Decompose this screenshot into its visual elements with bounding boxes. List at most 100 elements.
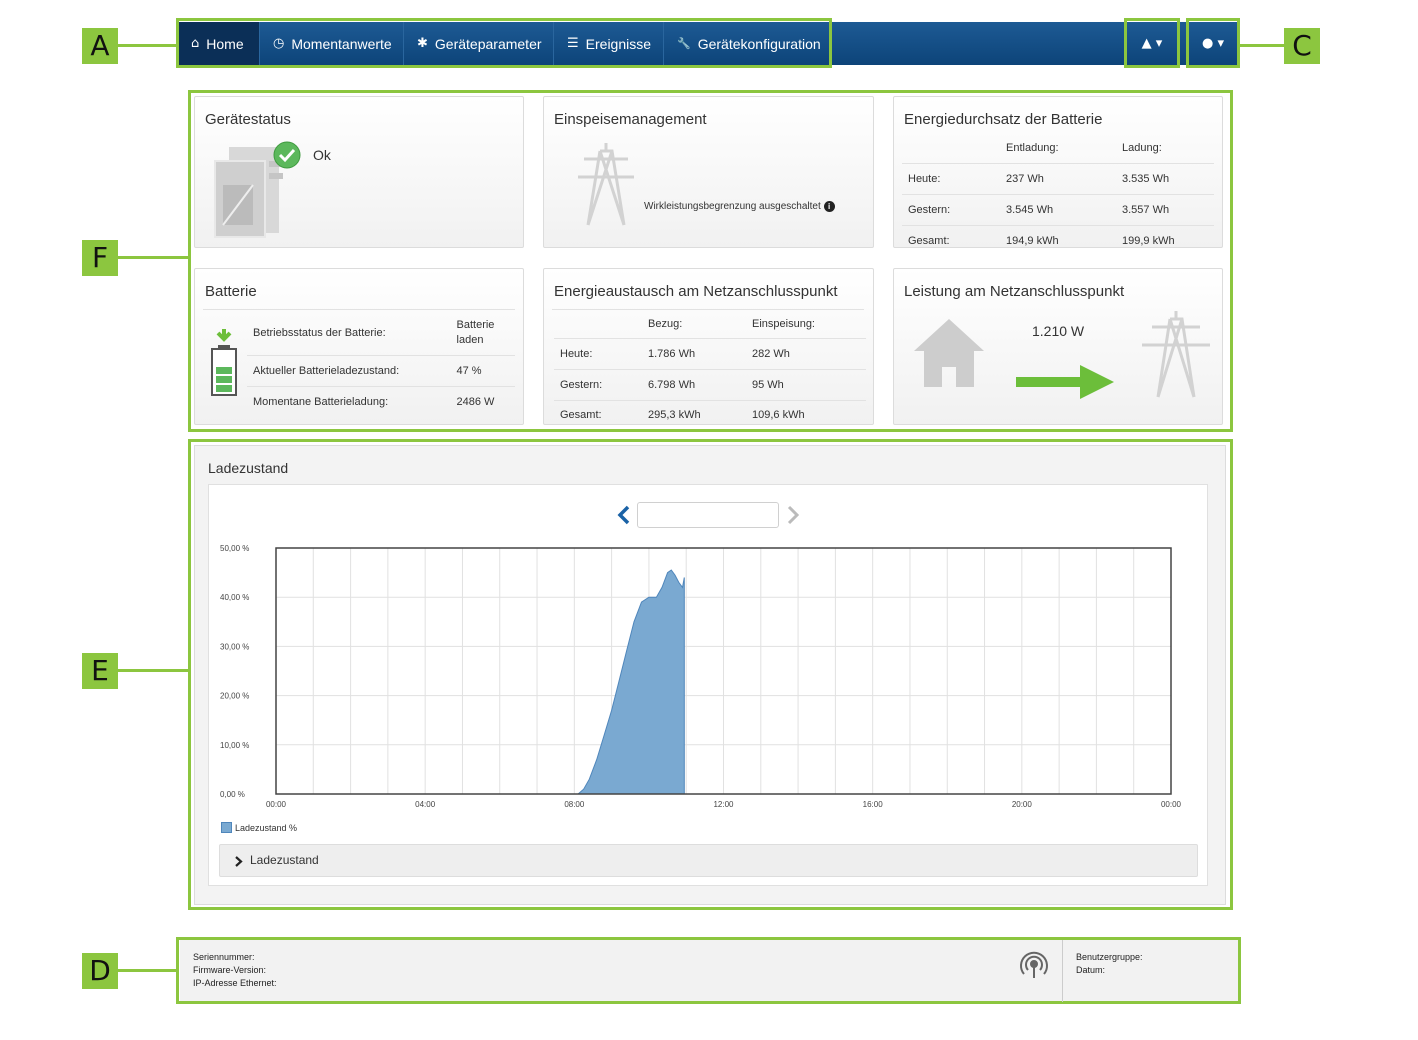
chart-section-title: Ladezustand — [208, 460, 289, 476]
y-tick-label: 10,00 % — [220, 741, 249, 750]
table-cell: Heute: — [902, 162, 1000, 194]
callout-f-line — [118, 256, 190, 259]
table-cell: Gestern: — [902, 193, 1000, 225]
x-tick-label: 12:00 — [713, 800, 734, 809]
y-tick-label: 30,00 % — [220, 642, 249, 651]
next-day-chevron-icon[interactable] — [784, 504, 802, 526]
table-cell: 237 Wh — [1000, 162, 1116, 194]
table-cell: 6.798 Wh — [642, 368, 746, 400]
table-cell: 2486 W — [450, 385, 515, 417]
panel-divider — [203, 309, 515, 310]
x-tick-label: 20:00 — [1012, 800, 1033, 809]
chart-svg: 0,00 % 10,00 % 20,00 % 30,00 % 40,00 % 50,00 … — [220, 544, 1182, 809]
legend-swatch — [221, 822, 232, 833]
table-cell: 3.535 Wh — [1116, 162, 1214, 194]
y-tick-label: 50,00 % — [220, 544, 249, 553]
footer-right: Benutzergruppe: Datum: — [1076, 951, 1143, 977]
table-cell: Batterie laden — [456, 318, 495, 346]
table-cell: 194,9 kWh — [1000, 224, 1116, 256]
einspeise-text-label: Wirkleistungsbegrenzung ausgeschaltet — [644, 201, 821, 212]
x-tick-label: 00:00 — [1161, 800, 1182, 809]
callout-b-box — [1124, 18, 1180, 68]
y-tick-label: 40,00 % — [220, 593, 249, 602]
panel-title: Gerätestatus — [205, 111, 291, 128]
footer-date-label: Datum: — [1076, 965, 1106, 975]
x-tick-label: 00:00 — [266, 800, 287, 809]
table-row: Momentane Batterieladung: 2486 W — [247, 385, 515, 417]
footer-ip-label: IP-Adresse Ethernet: — [193, 978, 277, 988]
info-icon[interactable]: i — [823, 201, 835, 212]
panel-einspeisemanagement: Einspeisemanagement Wirkleistungsbegrenz… — [543, 96, 874, 248]
y-tick-label: 0,00 % — [220, 790, 245, 799]
table-row: Aktueller Batterieladezustand: 47 % — [247, 354, 515, 386]
x-tick-label: 08:00 — [564, 800, 585, 809]
battery-charging-icon — [211, 329, 237, 396]
batterie-table: Betriebsstatus der Batterie: Batterie la… — [247, 311, 515, 417]
callout-a-box — [176, 18, 832, 68]
chevron-right-icon — [235, 856, 243, 867]
accordion-label: Ladezustand — [250, 853, 319, 867]
panel-title: Einspeisemanagement — [554, 111, 707, 128]
table-row: Gesamt: 295,3 kWh 109,6 kWh — [554, 399, 866, 430]
y-tick-label: 20,00 % — [220, 692, 249, 701]
wireless-signal-icon — [1020, 951, 1048, 978]
panel-leistung: Leistung am Netzanschlusspunkt 1.210 W — [893, 268, 1223, 425]
table-row: Gestern: 6.798 Wh 95 Wh — [554, 368, 866, 400]
table-cell: Momentane Batterieladung: — [247, 385, 451, 417]
einspeise-text: Wirkleistungsbegrenzung ausgeschaltet i — [644, 201, 835, 212]
table-row: Heute: 237 Wh 3.535 Wh — [902, 162, 1214, 194]
footer-serial-label: Seriennummer: — [193, 952, 255, 962]
callout-e-line — [118, 669, 190, 672]
leistung-value: 1.210 W — [1032, 323, 1085, 339]
table-cell: 3.557 Wh — [1116, 193, 1214, 225]
panel-energieaustausch: Energieaustausch am Netzanschlusspunkt B… — [543, 268, 874, 430]
table-header — [902, 133, 1000, 163]
table-cell: 95 Wh — [746, 368, 866, 400]
footer-usergroup-label: Benutzergruppe: — [1076, 952, 1143, 962]
power-pylon-icon — [578, 143, 634, 226]
panel-title: Batterie — [205, 283, 257, 300]
callout-c-box — [1186, 18, 1240, 68]
x-tick-label: 16:00 — [863, 800, 884, 809]
prev-day-chevron-icon[interactable] — [615, 504, 633, 526]
table-cell: 109,6 kWh — [746, 399, 866, 430]
callout-c-line — [1238, 44, 1284, 47]
panel-title: Energiedurchsatz der Batterie — [904, 111, 1103, 128]
table-cell: Betriebsstatus der Batterie: — [253, 326, 386, 339]
chart-legend: Ladezustand % — [221, 822, 297, 833]
date-input[interactable] — [637, 502, 779, 528]
table-row: Heute: 1.786 Wh 282 Wh — [554, 337, 866, 369]
energiedurchsatz-table: Entladung: Ladung: Heute: 237 Wh 3.535 W… — [902, 133, 1214, 256]
table-cell: Gestern: — [554, 368, 642, 400]
table-header — [554, 310, 642, 338]
ok-check-icon — [273, 141, 301, 169]
panel-title: Energieaustausch am Netzanschlusspunkt — [554, 283, 838, 300]
table-cell: 295,3 kWh — [642, 399, 746, 430]
table-header: Einspeisung: — [752, 317, 815, 330]
table-row: Betriebsstatus der Batterie: Batterie la… — [247, 311, 515, 355]
panel-energiedurchsatz: Energiedurchsatz der Batterie Entladung:… — [893, 96, 1223, 256]
feed-in-arrow-icon — [1016, 365, 1114, 399]
table-header: Bezug: — [648, 317, 683, 330]
footer-divider — [1062, 940, 1063, 1002]
house-icon — [914, 319, 984, 387]
table-cell: 47 % — [450, 354, 515, 386]
table-cell: 199,9 kWh — [1116, 224, 1214, 256]
table-cell: 3.545 Wh — [1000, 193, 1116, 225]
table-cell: Aktueller Batterieladezustand: — [247, 354, 451, 386]
panel-title: Leistung am Netzanschlusspunkt — [904, 283, 1125, 300]
ladezustand-accordion[interactable]: Ladezustand — [219, 844, 1198, 877]
power-pylon-icon — [1142, 311, 1210, 398]
table-cell: Gesamt: — [902, 224, 1000, 256]
table-row: Gesamt: 194,9 kWh 199,9 kWh — [902, 224, 1214, 256]
callout-c: C — [1284, 28, 1320, 64]
footer-left: Seriennummer: Firmware-Version: IP-Adres… — [193, 951, 277, 990]
callout-d-line — [118, 969, 178, 972]
footer-firmware-label: Firmware-Version: — [193, 965, 267, 975]
status-text: Ok — [313, 147, 331, 163]
energieaustausch-table: Bezug: Einspeisung: Heute: 1.786 Wh 282 … — [554, 310, 866, 430]
callout-f: F — [82, 240, 118, 276]
table-cell: 1.786 Wh — [642, 337, 746, 369]
table-cell: 282 Wh — [746, 337, 866, 369]
x-tick-label: 04:00 — [415, 800, 436, 809]
